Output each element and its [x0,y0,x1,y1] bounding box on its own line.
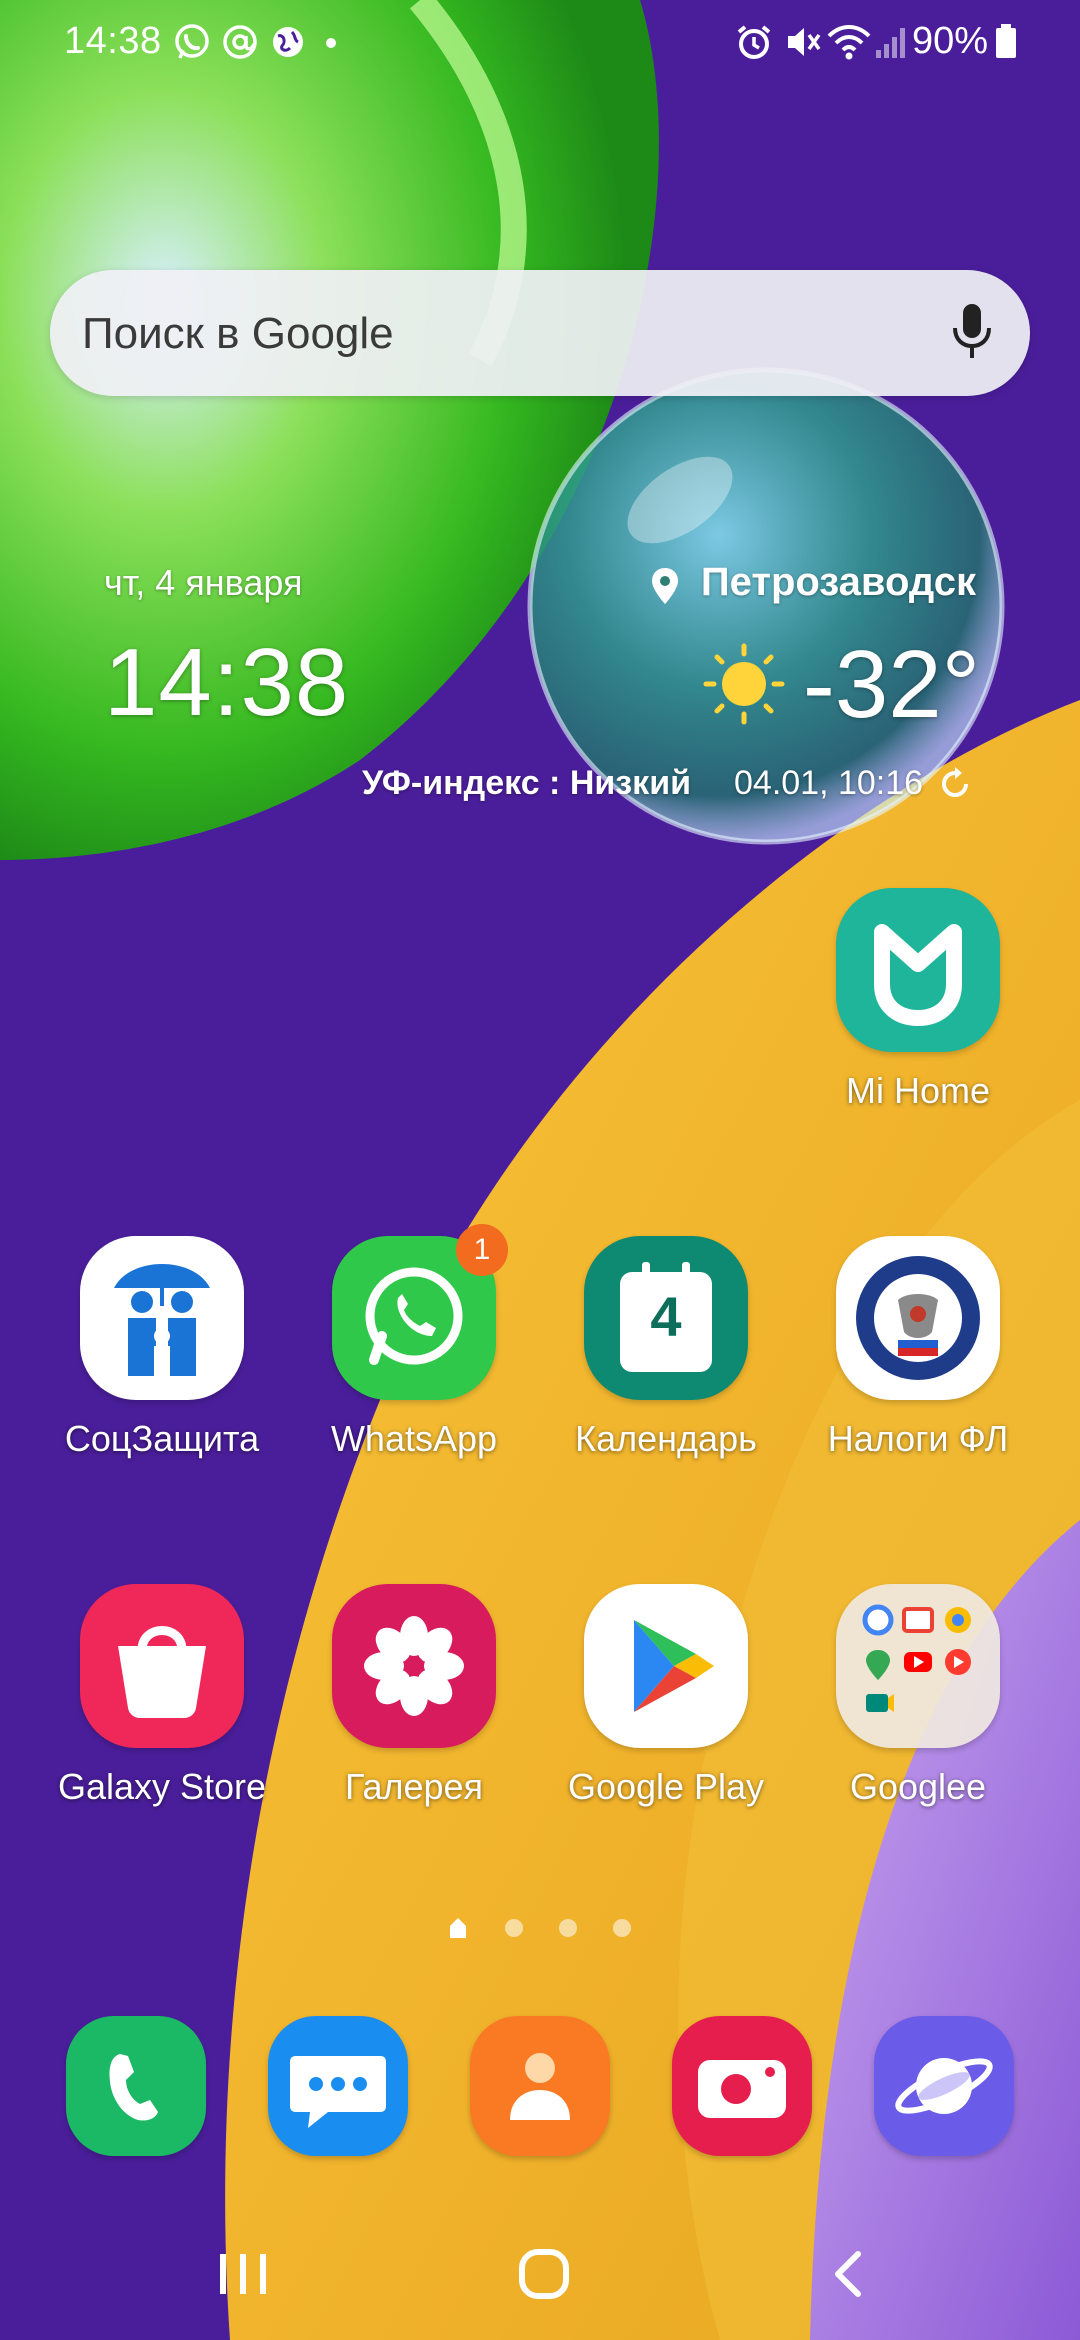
flower-icon [332,1584,496,1748]
back-icon[interactable] [828,2246,868,2302]
app-mi-home[interactable]: Mi Home [798,888,1038,1112]
family-umbrella-icon [80,1236,244,1400]
app-gallery[interactable]: Галерея [294,1584,534,1808]
location-pin-icon [652,568,678,604]
app-label: Galaxy Store [57,1766,267,1807]
page-dot [505,1919,523,1937]
page-dot [559,1919,577,1937]
app-nalogi-fl[interactable]: Налоги ФЛ [798,1236,1038,1460]
notification-badge: 1 [456,1224,508,1276]
app-label: Галерея [344,1766,484,1807]
app-label: Mi Home [845,1070,991,1111]
dot-icon [326,38,336,48]
status-time: 14:38 [64,20,162,62]
app-whatsapp[interactable]: 1 WhatsApp [294,1224,534,1460]
weather-city: Петрозаводск [700,560,976,604]
app-label: Календарь [575,1418,757,1459]
mi-home-icon [836,888,1000,1052]
weather-temperature: -32° [802,631,980,738]
page-dot [613,1919,631,1937]
alarm-icon [737,25,771,59]
globe-icon [273,27,303,57]
shopping-bag-icon [80,1584,244,1748]
google-search-bar[interactable]: Поиск в Google [50,270,1030,396]
app-label: WhatsApp [330,1418,498,1459]
recents-icon[interactable] [216,2246,270,2302]
calendar-day: 4 [650,1285,682,1348]
battery-icon [996,24,1016,58]
folder-icon [836,1584,1000,1748]
calendar-icon: 4 [584,1236,748,1400]
home-icon[interactable] [516,2246,572,2302]
app-label: СоцЗащита [64,1418,260,1459]
app-google-play[interactable]: Google Play [546,1584,786,1808]
messages-icon[interactable] [268,2016,408,2156]
signal-icon [876,28,905,58]
app-calendar[interactable]: 4 Календарь [546,1236,786,1460]
microphone-icon[interactable] [950,300,994,364]
whatsapp-app-icon: 1 [332,1224,508,1400]
weather-updated: 04.01, 10:16 [734,764,924,802]
battery-percent: 90% [911,20,988,62]
widget-date: чт, 4 января [104,562,303,603]
wifi-icon [827,25,871,60]
home-page-dot [450,1918,466,1938]
mute-icon [788,28,821,56]
status-bar: 14:38 90% [0,0,1080,84]
tax-service-emblem-icon [836,1236,1000,1400]
app-label: Google Play [567,1766,765,1807]
sun-icon [703,643,785,725]
uv-index: УФ-индекс : Низкий [362,764,691,802]
camera-icon[interactable] [672,2016,812,2156]
whatsapp-icon [175,24,209,59]
play-triangle-icon [584,1584,748,1748]
phone-icon[interactable] [66,2016,206,2156]
contacts-icon[interactable] [470,2016,610,2156]
app-soczashchita[interactable]: СоцЗащита [42,1236,282,1460]
at-icon [223,25,257,59]
home-screen: 14:38 90% Поиск в Google чт, 4 января 14… [0,0,1080,2340]
search-placeholder: Поиск в Google [82,309,394,358]
widget-clock: 14:38 [104,629,350,736]
folder-googlee[interactable]: Googlee [798,1584,1038,1808]
app-label: Налоги ФЛ [827,1418,1009,1459]
app-galaxy-store[interactable]: Galaxy Store [42,1584,282,1808]
refresh-icon[interactable] [936,764,974,802]
app-label: Googlee [849,1766,987,1807]
internet-icon[interactable] [874,2016,1014,2156]
